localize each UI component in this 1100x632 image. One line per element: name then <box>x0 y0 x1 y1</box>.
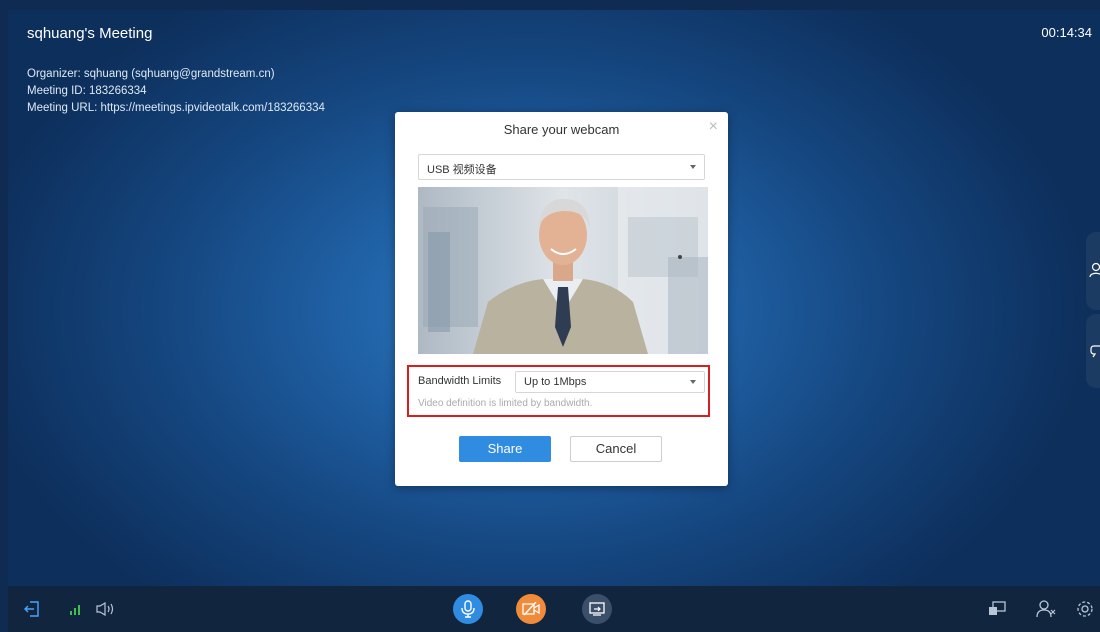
speaker-icon[interactable] <box>96 602 116 616</box>
bottom-toolbar <box>8 586 1100 632</box>
organizer-text: Organizer: sqhuang (sqhuang@grandstream.… <box>27 68 275 80</box>
close-icon[interactable]: × <box>709 118 718 136</box>
settings-icon[interactable] <box>1076 600 1094 618</box>
webcam-preview-image <box>418 187 708 354</box>
meeting-url-text: Meeting URL: https://meetings.ipvideotal… <box>27 102 325 114</box>
camera-off-icon <box>522 602 540 616</box>
bandwidth-hint: Video definition is limited by bandwidth… <box>418 398 593 409</box>
camera-select-value: USB 视频设备 <box>427 164 497 176</box>
meeting-title: sqhuang's Meeting <box>27 25 153 42</box>
share-webcam-dialog: Share your webcam × USB 视频设备 Bandwidth L… <box>395 112 728 486</box>
participants-icon[interactable] <box>1036 600 1056 618</box>
microphone-icon <box>461 600 475 618</box>
chevron-down-icon <box>690 165 696 169</box>
bandwidth-select-value: Up to 1Mbps <box>524 376 587 388</box>
meeting-timer: 00:14:34 <box>1041 25 1092 40</box>
bandwidth-limits-group: Bandwidth Limits Up to 1Mbps Video defin… <box>407 365 710 417</box>
webcam-preview <box>418 187 708 354</box>
screen-share-icon <box>589 602 605 616</box>
cancel-button[interactable]: Cancel <box>570 436 662 462</box>
chat-bubble-icon <box>1090 345 1100 358</box>
bandwidth-select[interactable]: Up to 1Mbps <box>515 371 705 393</box>
side-tab-participants[interactable] <box>1086 232 1100 310</box>
camera-button[interactable] <box>516 594 546 624</box>
screen-share-button[interactable] <box>582 594 612 624</box>
microphone-button[interactable] <box>453 594 483 624</box>
bandwidth-limits-label: Bandwidth Limits <box>418 375 502 387</box>
person-icon <box>1089 262 1100 278</box>
meeting-info: Organizer: sqhuang (sqhuang@grandstream.… <box>27 66 325 117</box>
camera-select[interactable]: USB 视频设备 <box>418 154 705 180</box>
signal-icon <box>70 605 80 615</box>
side-tab-chat[interactable] <box>1086 314 1100 388</box>
exit-icon[interactable] <box>24 601 40 617</box>
share-button[interactable]: Share <box>459 436 551 462</box>
chevron-down-icon <box>690 380 696 384</box>
dialog-title: Share your webcam <box>503 122 620 137</box>
meeting-id-text: Meeting ID: 183266334 <box>27 85 147 97</box>
layout-icon[interactable] <box>988 601 1006 617</box>
